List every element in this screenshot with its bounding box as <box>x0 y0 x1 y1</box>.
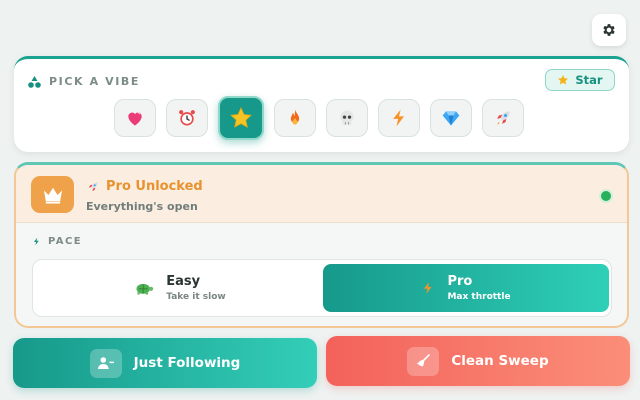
shapes-icon <box>28 75 41 88</box>
pace-option-pro-text: Pro Max throttle <box>447 274 510 302</box>
lightning-icon <box>393 109 404 127</box>
emoji-option-star[interactable] <box>218 96 264 140</box>
emoji-option-lightning[interactable] <box>378 99 420 137</box>
emoji-option-skull[interactable] <box>326 99 368 137</box>
pace-option-easy-sub: Take it slow <box>166 292 226 302</box>
pace-option-pro[interactable]: Pro Max throttle <box>323 264 609 312</box>
gear-icon <box>603 24 615 36</box>
turtle-icon <box>136 283 154 295</box>
emoji-option-alarm-clock[interactable] <box>166 99 208 137</box>
pro-card: Pro Unlocked Everything's open PACE Easy… <box>14 162 629 328</box>
pace-option-pro-sub: Max throttle <box>447 292 511 302</box>
star-badge-label: Star <box>575 73 603 87</box>
rocket-icon <box>88 181 98 191</box>
pace-label: PACE <box>32 236 82 247</box>
pro-banner: Pro Unlocked Everything's open <box>16 165 627 223</box>
settings-button[interactable] <box>592 14 626 46</box>
fire-icon <box>290 109 300 125</box>
pro-title: Pro Unlocked <box>86 179 203 194</box>
alarm-clock-icon <box>179 110 195 126</box>
star-icon <box>558 75 569 85</box>
pace-option-pro-name: Pro <box>447 274 473 289</box>
user-minus-icon-box <box>89 348 122 378</box>
emoji-picker <box>114 96 524 140</box>
just-following-label: Just Following <box>133 355 241 371</box>
pro-title-text: Pro Unlocked <box>106 179 203 194</box>
crown-badge <box>31 176 74 213</box>
pro-subtitle: Everything's open <box>86 200 198 213</box>
heart-icon <box>128 111 142 126</box>
emoji-option-gem[interactable] <box>430 99 472 137</box>
pace-option-easy[interactable]: Easy Take it slow <box>37 264 323 312</box>
star-badge[interactable]: Star <box>545 69 615 91</box>
emoji-option-fire[interactable] <box>274 99 316 137</box>
clean-sweep-label: Clean Sweep <box>451 353 549 369</box>
rocket-icon <box>497 111 510 125</box>
emoji-option-heart[interactable] <box>114 99 156 137</box>
pace-option-easy-name: Easy <box>166 274 201 289</box>
vibe-header: PICK A VIBE <box>28 75 140 88</box>
user-minus-icon <box>97 357 114 369</box>
just-following-button[interactable]: Just Following <box>13 338 317 388</box>
status-indicator <box>599 189 613 203</box>
vibe-title: PICK A VIBE <box>49 75 141 88</box>
broom-icon <box>417 354 431 367</box>
star-icon <box>230 107 252 128</box>
pace-option-easy-text: Easy Take it slow <box>166 274 226 302</box>
pace-label-text: PACE <box>48 236 82 247</box>
vibe-card: PICK A VIBE Star <box>14 56 629 152</box>
gem-icon <box>442 111 460 126</box>
lightning-icon <box>424 282 432 294</box>
clean-sweep-button[interactable]: Clean Sweep <box>326 336 630 386</box>
crown-icon <box>43 187 62 204</box>
lightning-icon <box>33 237 39 246</box>
pace-toggle: Easy Take it slow Pro Max throttle <box>32 259 612 317</box>
broom-icon-box <box>407 346 440 376</box>
skull-icon <box>340 110 354 125</box>
emoji-option-rocket[interactable] <box>482 99 524 137</box>
